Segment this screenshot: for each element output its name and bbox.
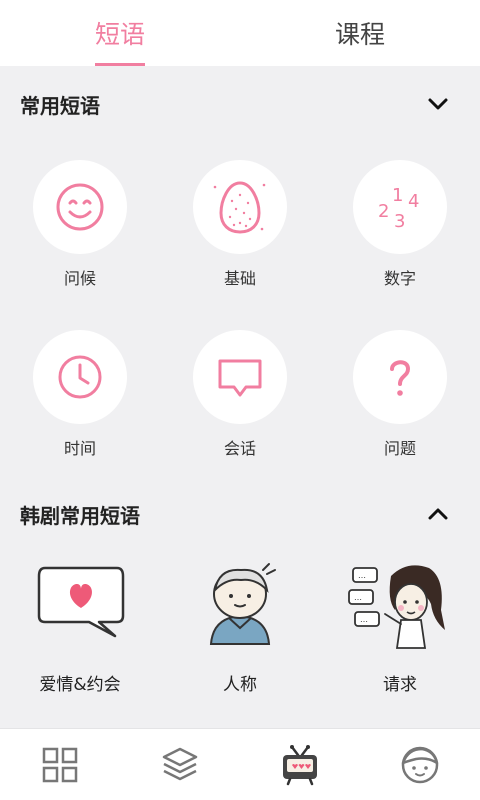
cartoon-girl-talking-icon: … … … bbox=[348, 565, 445, 649]
heart-speech-bubble-icon bbox=[37, 566, 125, 638]
clock-icon bbox=[58, 355, 102, 399]
drama-category-requests[interactable]: … … … 请求 bbox=[325, 560, 475, 700]
svg-text:…: … bbox=[354, 593, 362, 602]
nav-grid-button[interactable] bbox=[38, 743, 82, 787]
drama-label: 请求 bbox=[383, 675, 417, 695]
smiley-face-icon bbox=[56, 183, 104, 231]
category-numbers[interactable]: 1 4 2 3 数字 bbox=[335, 160, 465, 310]
nav-profile-button[interactable] bbox=[398, 743, 442, 787]
category-label: 问题 bbox=[383, 439, 416, 458]
active-tab-indicator bbox=[95, 63, 145, 66]
drama-label: 爱情&约会 bbox=[39, 675, 121, 695]
svg-text:3: 3 bbox=[394, 211, 405, 232]
category-label: 会话 bbox=[223, 439, 256, 458]
section-title: 韩剧常用短语 bbox=[20, 504, 140, 528]
section-header-common-phrases[interactable]: 常用短语 bbox=[0, 84, 480, 124]
category-circle bbox=[353, 330, 447, 424]
chevron-up-icon[interactable] bbox=[426, 502, 450, 526]
category-questions[interactable]: 问题 bbox=[335, 330, 465, 480]
drama-category-person-pronouns[interactable]: 人称 bbox=[165, 560, 315, 700]
svg-text:1: 1 bbox=[392, 185, 403, 206]
category-label: 问候 bbox=[63, 269, 96, 288]
category-conversation[interactable]: 会话 bbox=[175, 330, 305, 480]
nav-layers-button[interactable] bbox=[158, 743, 202, 787]
grid-icon bbox=[42, 747, 78, 783]
question-mark-icon bbox=[390, 360, 411, 396]
cartoon-boy-icon bbox=[209, 563, 276, 645]
category-basics[interactable]: 基础 bbox=[175, 160, 305, 310]
egg-icon bbox=[213, 181, 266, 234]
bottom-navigation-bar bbox=[0, 728, 480, 800]
category-circle bbox=[193, 330, 287, 424]
tv-icon bbox=[283, 745, 317, 786]
category-greeting[interactable]: 问候 bbox=[15, 160, 145, 310]
chevron-down-icon[interactable] bbox=[426, 92, 450, 116]
section-header-drama-phrases[interactable]: 韩剧常用短语 bbox=[0, 494, 480, 534]
numbers-icon: 1 4 2 3 bbox=[378, 185, 419, 232]
tab-courses[interactable]: 课程 bbox=[240, 0, 480, 66]
section-title: 常用短语 bbox=[20, 94, 100, 118]
category-circle bbox=[33, 160, 127, 254]
svg-text:…: … bbox=[358, 571, 366, 580]
category-label: 数字 bbox=[383, 269, 416, 288]
tab-phrases[interactable]: 短语 bbox=[0, 0, 240, 66]
layers-icon bbox=[162, 747, 198, 781]
category-circle bbox=[193, 160, 287, 254]
category-label: 基础 bbox=[223, 269, 256, 288]
category-circle: 1 4 2 3 bbox=[353, 160, 447, 254]
drama-label: 人称 bbox=[223, 675, 257, 695]
speech-bubble-icon bbox=[218, 359, 262, 397]
nav-tv-button[interactable] bbox=[278, 743, 322, 787]
category-label: 时间 bbox=[63, 439, 96, 458]
svg-text:2: 2 bbox=[378, 201, 389, 222]
top-tab-bar: 短语 课程 bbox=[0, 0, 480, 66]
svg-text:…: … bbox=[360, 615, 368, 624]
svg-text:4: 4 bbox=[408, 191, 419, 212]
profile-face-icon bbox=[401, 746, 439, 784]
drama-category-love-dating[interactable]: 爱情&约会 bbox=[5, 560, 155, 700]
category-time[interactable]: 时间 bbox=[15, 330, 145, 480]
category-circle bbox=[33, 330, 127, 424]
